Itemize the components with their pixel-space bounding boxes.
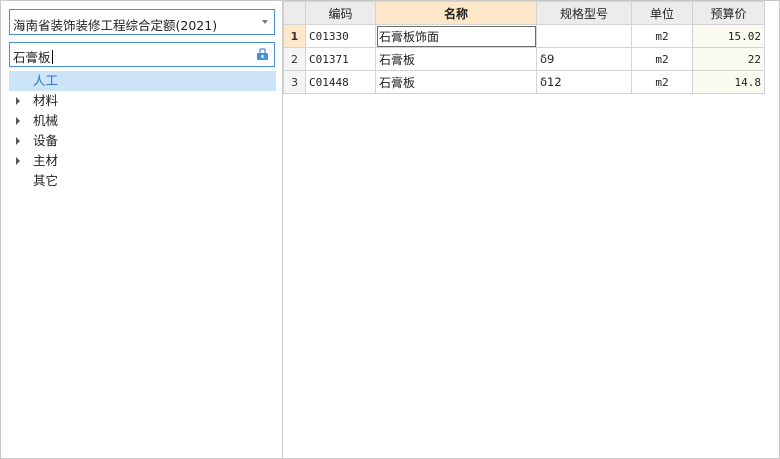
cell-code[interactable]: C01330	[305, 24, 376, 48]
table-header-row: 编码 名称 规格型号 单位 预算价	[283, 1, 765, 25]
header-spec[interactable]: 规格型号	[536, 1, 632, 25]
tree-item-label: 其它	[33, 173, 59, 188]
cell-spec[interactable]	[536, 24, 632, 48]
row-number[interactable]: 1	[283, 24, 306, 48]
cell-name[interactable]: 石膏板饰面	[375, 24, 537, 48]
search-icon[interactable]	[256, 48, 269, 61]
table-row[interactable]: 1 C01330 石膏板饰面 m2 15.02	[283, 24, 765, 48]
search-input-value: 石膏板	[13, 50, 51, 65]
table-row[interactable]: 3 C01448 石膏板 δ12 m2 14.8	[283, 70, 765, 94]
tree-item-label: 主材	[33, 153, 59, 168]
cell-spec[interactable]: δ12	[536, 70, 632, 94]
materials-table: 编码 名称 规格型号 单位 预算价 1 C01330 石膏板饰面 m2 15.0…	[283, 1, 765, 94]
tree-item-label: 材料	[33, 93, 59, 108]
header-corner[interactable]	[283, 1, 306, 25]
library-dropdown[interactable]: 海南省装饰装修工程综合定额(2021)	[9, 9, 275, 35]
cell-unit[interactable]: m2	[631, 24, 693, 48]
tree-item-equipment[interactable]: 设备	[9, 131, 276, 151]
cell-name[interactable]: 石膏板	[375, 70, 537, 94]
tree-item-label: 人工	[33, 73, 59, 88]
search-input[interactable]: 石膏板	[9, 42, 275, 67]
cell-code[interactable]: C01448	[305, 70, 376, 94]
expand-arrow-icon[interactable]	[16, 97, 20, 105]
tree-item-main-materials[interactable]: 主材	[9, 151, 276, 171]
cell-spec[interactable]: δ9	[536, 47, 632, 71]
expand-arrow-icon[interactable]	[16, 137, 20, 145]
tree-item-other[interactable]: 其它	[9, 171, 276, 191]
cell-unit[interactable]: m2	[631, 70, 693, 94]
table-row[interactable]: 2 C01371 石膏板 δ9 m2 22	[283, 47, 765, 71]
cell-price[interactable]: 22	[692, 47, 765, 71]
header-name[interactable]: 名称	[375, 1, 537, 25]
expand-arrow-icon[interactable]	[16, 117, 20, 125]
left-panel: 海南省装饰装修工程综合定额(2021) 石膏板 人工 材料 机械 设备 主材 其…	[1, 1, 283, 458]
cell-code[interactable]: C01371	[305, 47, 376, 71]
expand-arrow-icon[interactable]	[16, 157, 20, 165]
header-code[interactable]: 编码	[305, 1, 376, 25]
text-caret	[51, 50, 53, 64]
header-price[interactable]: 预算价	[692, 1, 765, 25]
cell-price[interactable]: 14.8	[692, 70, 765, 94]
tree-item-machinery[interactable]: 机械	[9, 111, 276, 131]
tree-item-labor[interactable]: 人工	[9, 71, 276, 91]
row-number[interactable]: 2	[283, 47, 306, 71]
cell-price[interactable]: 15.02	[692, 24, 765, 48]
category-tree: 人工 材料 机械 设备 主材 其它	[9, 71, 276, 191]
tree-item-label: 设备	[33, 133, 59, 148]
tree-item-label: 机械	[33, 113, 59, 128]
cell-name[interactable]: 石膏板	[375, 47, 537, 71]
header-unit[interactable]: 单位	[631, 1, 693, 25]
cell-unit[interactable]: m2	[631, 47, 693, 71]
chevron-down-icon[interactable]	[262, 20, 268, 24]
tree-item-materials[interactable]: 材料	[9, 91, 276, 111]
library-dropdown-value: 海南省装饰装修工程综合定额(2021)	[13, 18, 218, 33]
materials-grid: 编码 名称 规格型号 单位 预算价 1 C01330 石膏板饰面 m2 15.0…	[283, 1, 765, 94]
row-number[interactable]: 3	[283, 70, 306, 94]
